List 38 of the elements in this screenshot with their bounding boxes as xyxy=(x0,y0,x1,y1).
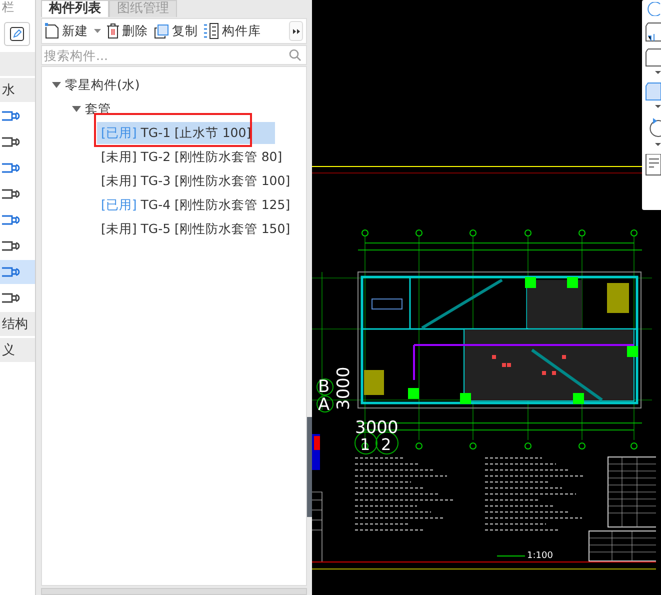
list-icon[interactable] xyxy=(645,154,661,176)
caret-icon[interactable] xyxy=(52,82,61,88)
tree-item[interactable]: [未用] TG-5 [刚性防水套管 150] xyxy=(97,218,294,240)
tree-item[interactable]: [已用] TG-4 [刚性防水套管 125] xyxy=(97,194,294,216)
scale-text: 1:100 xyxy=(527,551,553,561)
nav-item[interactable]: 水 xyxy=(0,78,35,102)
toolbar-button[interactable]: 删除 xyxy=(107,22,148,40)
search-field[interactable]: 搜索构件... xyxy=(41,45,307,65)
edit-button[interactable] xyxy=(4,22,30,46)
tree-item[interactable]: [未用] TG-2 [刚性防水套管 80] xyxy=(97,146,286,168)
dimension-text: 3000 xyxy=(334,366,354,410)
axis-number: 2 xyxy=(381,435,392,454)
caret-icon[interactable] xyxy=(72,106,81,112)
list-icon xyxy=(204,23,219,39)
double-arrow-icon xyxy=(292,28,300,34)
new-document-icon xyxy=(45,23,59,39)
box-icon[interactable] xyxy=(645,48,661,76)
axis-label: B xyxy=(318,377,330,397)
filled-box-icon[interactable] xyxy=(645,82,661,110)
search-icon xyxy=(289,49,301,61)
tree-folder[interactable]: 零星构件(水) xyxy=(65,76,140,94)
panel-title: 栏 xyxy=(1,0,15,16)
orbit-icon[interactable] xyxy=(645,2,661,16)
scrollbar-handle[interactable] xyxy=(307,417,312,517)
caret-icon[interactable] xyxy=(94,29,101,33)
nav-item[interactable]: 结构 xyxy=(0,312,35,336)
trash-icon xyxy=(107,23,119,39)
toolbar-button[interactable]: 复制 xyxy=(154,22,198,40)
tree-item[interactable]: [未用] TG-3 [刚性防水套管 100] xyxy=(97,170,294,192)
axis-label: A xyxy=(318,395,330,415)
tab[interactable]: 构件列表 xyxy=(41,0,109,17)
more-button[interactable] xyxy=(289,21,303,41)
copy-icon xyxy=(154,24,169,38)
toolbar-button[interactable]: 构件库 xyxy=(204,22,261,40)
nav-item[interactable]: 义 xyxy=(0,338,35,362)
toolbar-button[interactable]: 新建 xyxy=(45,22,88,40)
tree-item[interactable]: [已用] TG-1 [止水节 100] xyxy=(97,122,275,144)
pencil-icon xyxy=(10,27,24,41)
